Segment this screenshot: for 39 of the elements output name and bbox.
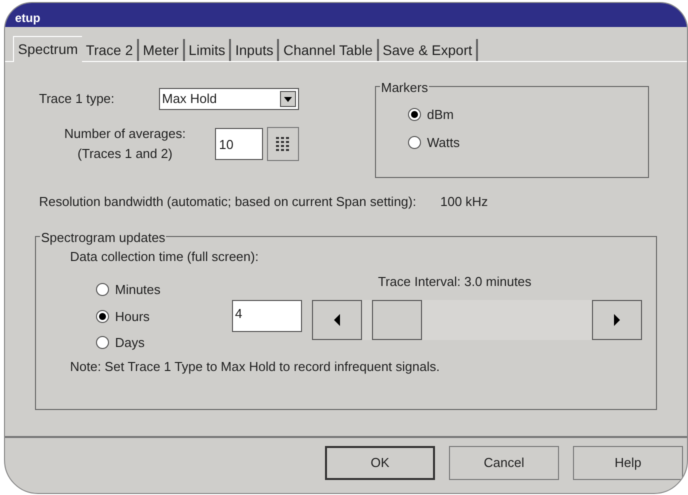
resolution-value: 100 kHz xyxy=(440,193,488,211)
resolution-label: Resolution bandwidth (automatic; based on current Span setting): xyxy=(39,193,416,211)
radio-option[interactable]: Watts xyxy=(408,132,648,152)
radio-label: Minutes xyxy=(115,281,161,299)
scrollbar[interactable] xyxy=(312,300,642,340)
radio-button[interactable] xyxy=(96,283,109,296)
radio-label: dBm xyxy=(427,106,454,124)
tab[interactable]: Spectrum xyxy=(13,36,82,62)
averages-input[interactable]: 10 xyxy=(215,128,263,160)
scroll-left-button[interactable] xyxy=(312,300,362,340)
scroll-thumb[interactable] xyxy=(372,300,422,340)
radio-button[interactable] xyxy=(96,336,109,350)
dropdown[interactable]: Max Hold xyxy=(159,88,299,110)
radio-option[interactable]: Hours xyxy=(96,306,232,326)
time-input[interactable]: 4 xyxy=(232,300,302,332)
radio-button[interactable] xyxy=(408,108,421,122)
left-arrow-icon xyxy=(334,314,340,326)
note-text: Note: Set Trace 1 Type to Max Hold to record infrequent signals. xyxy=(70,358,440,374)
radio-option[interactable]: Minutes xyxy=(96,280,232,300)
right-arrow-icon xyxy=(614,314,620,326)
radio-option[interactable]: dBm xyxy=(408,105,648,124)
radio-label: Days xyxy=(115,334,145,352)
field-label: Trace 1 type: xyxy=(38,90,116,108)
field-label: Number of averages: xyxy=(64,125,186,143)
interval-label: Trace Interval: 3.0 minutes xyxy=(378,273,532,291)
field-sublabel: (Traces 1 and 2) xyxy=(78,144,172,163)
dialog-button[interactable]: Cancel xyxy=(449,446,559,480)
dialog-button[interactable]: OK xyxy=(325,446,435,480)
radio-button[interactable] xyxy=(408,136,421,149)
keypad-button[interactable] xyxy=(267,126,299,160)
window-title: etup xyxy=(15,10,40,27)
radio-label: Watts xyxy=(427,134,460,152)
scroll-right-button[interactable] xyxy=(592,300,642,340)
radio-option[interactable]: Days xyxy=(96,333,232,352)
field-label: Data collection time (full screen): xyxy=(70,248,259,264)
dialog-button[interactable]: Help xyxy=(573,446,683,480)
radio-button[interactable] xyxy=(96,310,109,323)
keypad-icon xyxy=(276,136,290,152)
radio-label: Hours xyxy=(115,308,150,326)
